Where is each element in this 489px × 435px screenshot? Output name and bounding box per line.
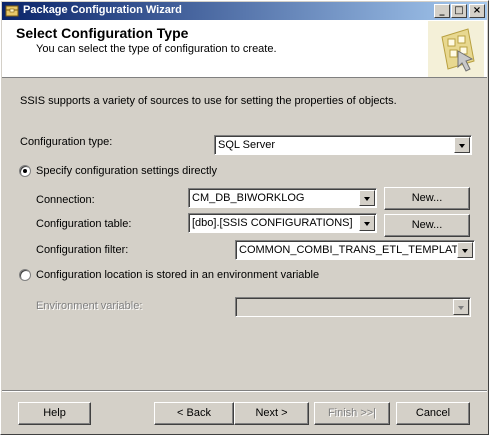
environment-variable-radio[interactable] bbox=[19, 269, 31, 281]
intro-text: SSIS supports a variety of sources to us… bbox=[20, 95, 397, 107]
cancel-button[interactable]: Cancel bbox=[396, 402, 470, 425]
footer-divider bbox=[2, 390, 487, 392]
back-button[interactable]: < Back bbox=[154, 402, 234, 425]
direct-settings-label[interactable]: Specify configuration settings directly bbox=[36, 165, 217, 177]
new-connection-button[interactable]: New... bbox=[384, 187, 470, 210]
chevron-down-icon[interactable] bbox=[457, 242, 473, 258]
chevron-down-icon[interactable] bbox=[454, 137, 470, 153]
configuration-table-select[interactable]: [dbo].[SSIS CONFIGURATIONS] bbox=[188, 213, 377, 233]
configuration-filter-value: COMMON_COMBI_TRANS_ETL_TEMPLATE bbox=[239, 244, 466, 256]
maximize-button[interactable]: □ bbox=[451, 4, 467, 18]
chevron-down-icon[interactable] bbox=[359, 215, 375, 231]
wizard-window: Package Configuration Wizard _ □ × Selec… bbox=[0, 0, 489, 435]
wizard-header: Select Configuration Type You can select… bbox=[2, 20, 487, 78]
configuration-filter-label: Configuration filter: bbox=[36, 244, 129, 256]
page-title: Select Configuration Type bbox=[16, 25, 189, 41]
direct-settings-radio[interactable] bbox=[19, 165, 31, 177]
environment-variable-select[interactable] bbox=[235, 297, 471, 317]
configuration-type-select[interactable]: SQL Server bbox=[214, 135, 472, 155]
wizard-logo-icon bbox=[428, 21, 484, 77]
minimize-button[interactable]: _ bbox=[434, 4, 450, 18]
connection-select[interactable]: CM_DB_BIWORKLOG bbox=[188, 188, 377, 208]
next-button[interactable]: Next > bbox=[234, 402, 309, 425]
new-table-button[interactable]: New... bbox=[384, 214, 470, 237]
configuration-table-value: [dbo].[SSIS CONFIGURATIONS] bbox=[192, 217, 353, 229]
page-subtitle: You can select the type of configuration… bbox=[36, 43, 277, 55]
chevron-down-icon[interactable] bbox=[359, 190, 375, 206]
environment-variable-label: Environment variable: bbox=[36, 300, 143, 312]
window-title: Package Configuration Wizard bbox=[23, 4, 182, 16]
help-button[interactable]: Help bbox=[18, 402, 91, 425]
title-bar: Package Configuration Wizard _ □ × bbox=[2, 2, 487, 20]
connection-label: Connection: bbox=[36, 194, 95, 206]
close-button[interactable]: × bbox=[469, 4, 485, 18]
configuration-filter-select[interactable]: COMMON_COMBI_TRANS_ETL_TEMPLATE bbox=[235, 240, 475, 260]
package-icon bbox=[4, 3, 20, 19]
finish-button[interactable]: Finish >>| bbox=[314, 402, 390, 425]
chevron-down-icon bbox=[453, 299, 469, 315]
configuration-type-value: SQL Server bbox=[218, 139, 276, 151]
configuration-type-label: Configuration type: bbox=[20, 136, 113, 148]
connection-value: CM_DB_BIWORKLOG bbox=[192, 192, 305, 204]
configuration-table-label: Configuration table: bbox=[36, 218, 132, 230]
environment-variable-option-label[interactable]: Configuration location is stored in an e… bbox=[36, 269, 319, 281]
